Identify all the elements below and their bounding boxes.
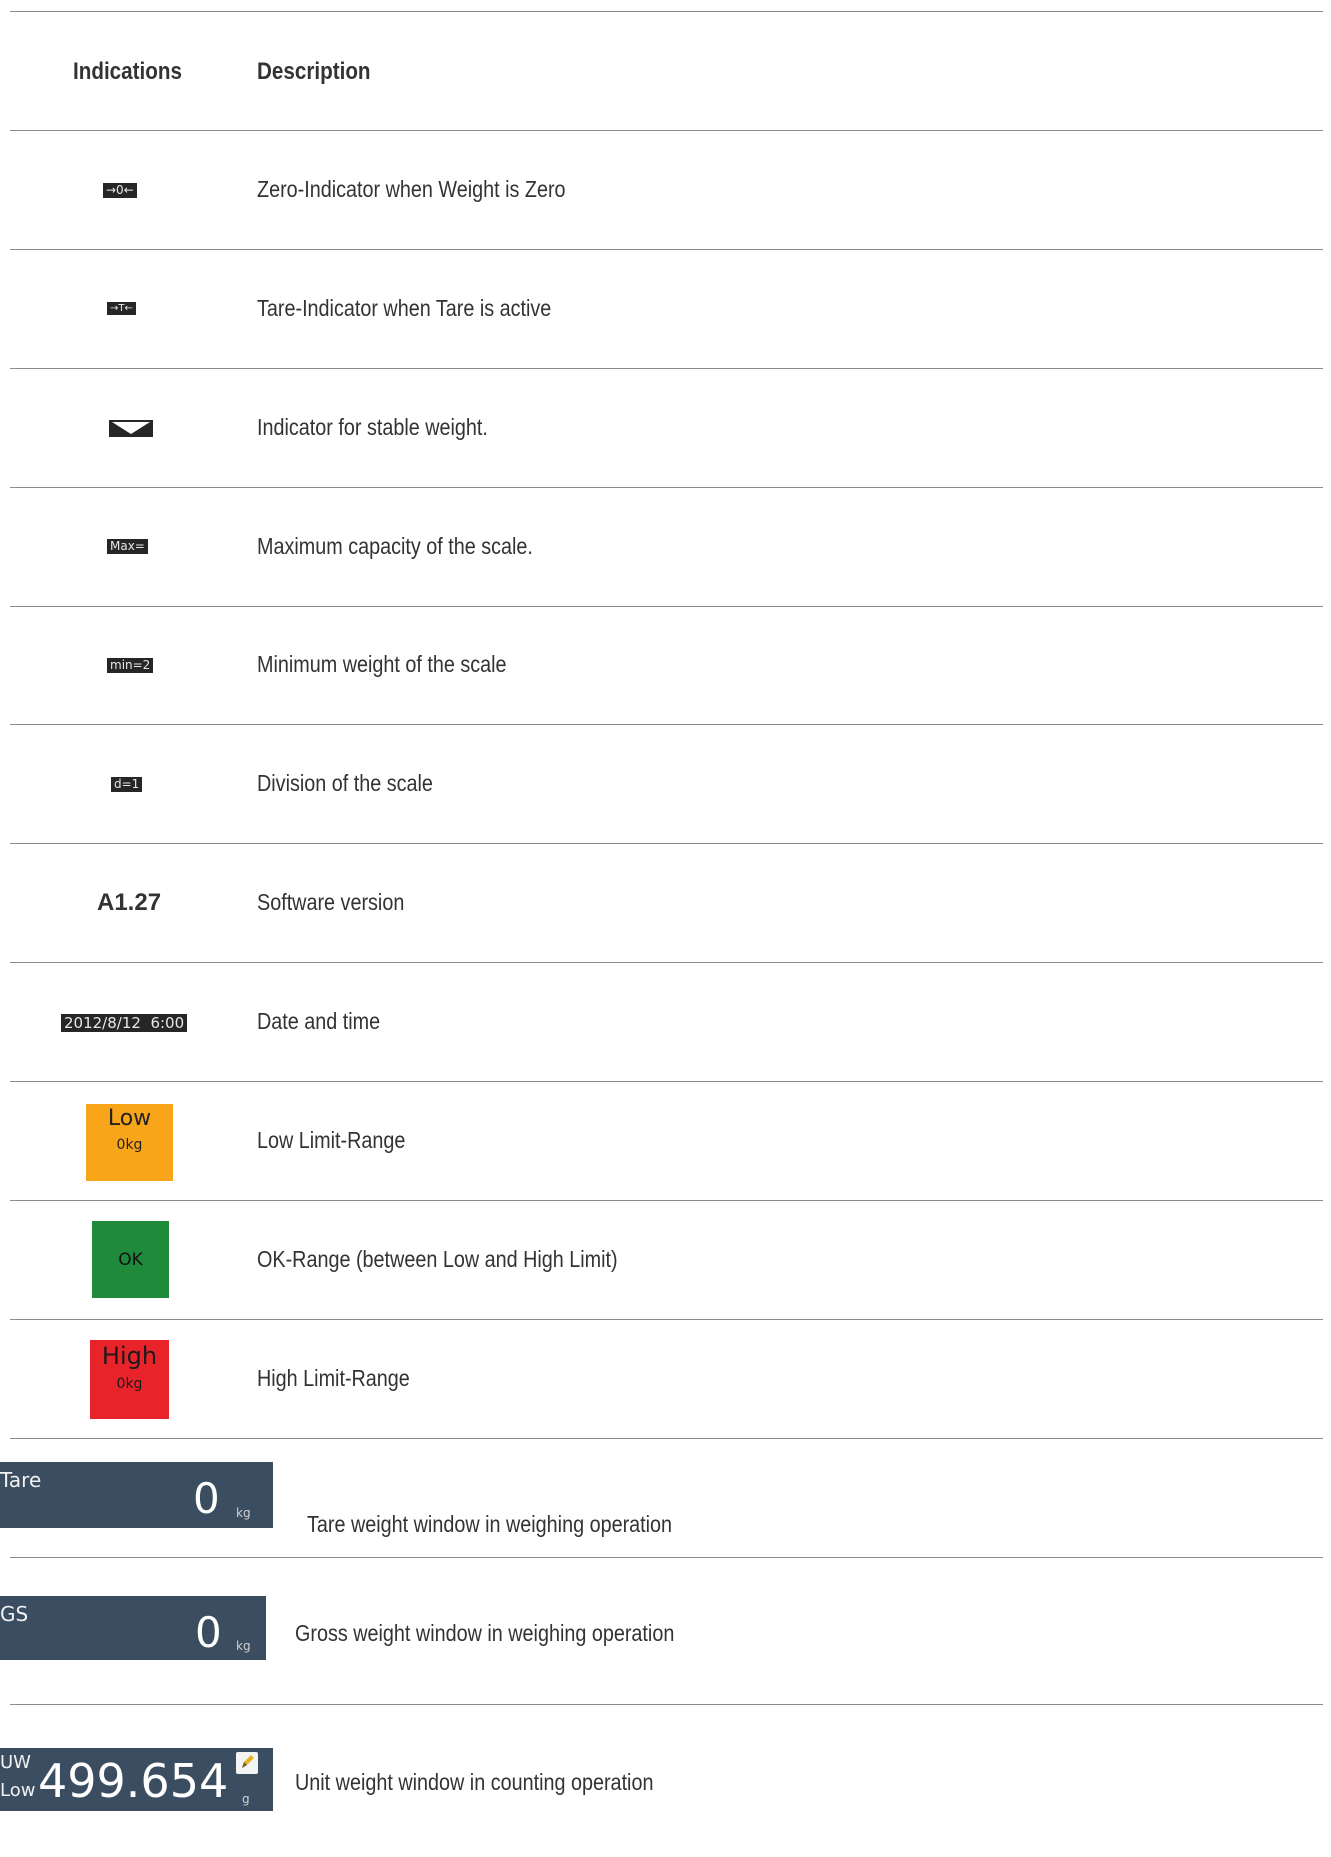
limit-value: 0kg: [116, 1376, 143, 1392]
row-rule: [10, 1319, 1323, 1320]
row-description: Date and time: [257, 1008, 381, 1034]
row-description: Tare weight window in weighing operation: [307, 1511, 673, 1537]
window-value: 499.654: [38, 1754, 229, 1808]
header-indications: Indications: [73, 58, 182, 85]
limit-value: 0kg: [116, 1137, 143, 1153]
ok-range-indicator: OK: [92, 1221, 169, 1298]
row-description: OK-Range (between Low and High Limit): [257, 1246, 618, 1272]
row-description: Tare-Indicator when Tare is active: [257, 295, 552, 321]
row-rule: [10, 1438, 1323, 1439]
window-label: Tare: [0, 1468, 42, 1492]
row-rule: [10, 368, 1323, 369]
window-label-bottom: Low: [0, 1780, 36, 1801]
row-description: Software version: [257, 889, 405, 915]
row-rule: [10, 962, 1323, 963]
window-label: GS: [0, 1602, 29, 1626]
max-capacity-icon: Max=: [107, 539, 148, 554]
window-unit: kg: [236, 1639, 251, 1653]
header-description: Description: [257, 58, 371, 85]
tare-indicator-icon: →T←: [107, 302, 136, 315]
zero-indicator-icon: →0←: [103, 183, 137, 198]
row-description: Zero-Indicator when Weight is Zero: [257, 176, 566, 202]
edit-pencil-icon: [236, 1752, 258, 1774]
row-rule: [10, 1704, 1323, 1705]
gross-weight-window: GS 0 kg: [0, 1596, 266, 1660]
row-rule: [10, 606, 1323, 607]
limit-title: OK: [118, 1249, 143, 1270]
row-rule: [10, 1081, 1323, 1082]
division-icon: d=1: [111, 777, 143, 792]
low-limit-indicator: Low 0kg: [86, 1104, 173, 1181]
row-rule: [10, 249, 1323, 250]
row-rule: [10, 487, 1323, 488]
min-weight-icon: min=2: [107, 658, 154, 673]
row-description: Division of the scale: [257, 770, 433, 796]
row-description: Indicator for stable weight.: [257, 414, 488, 440]
row-rule: [10, 724, 1323, 725]
date-time-indicator: 2012/8/12 6:00: [61, 1014, 188, 1032]
window-unit: g: [242, 1792, 250, 1806]
limit-title: Low: [107, 1106, 152, 1131]
limit-title: High: [101, 1342, 158, 1370]
tare-weight-window: Tare 0 kg: [0, 1462, 273, 1528]
row-description: Gross weight window in weighing operatio…: [295, 1620, 675, 1646]
row-description: Maximum capacity of the scale.: [257, 533, 533, 559]
table-top-rule: [10, 11, 1323, 12]
header-rule: [10, 130, 1323, 131]
unit-weight-window: UW Low 499.654 g: [0, 1748, 273, 1811]
window-label-top: UW: [0, 1752, 31, 1773]
row-rule: [10, 1200, 1323, 1201]
stable-weight-icon: [109, 420, 153, 437]
row-description: Unit weight window in counting operation: [295, 1769, 654, 1795]
software-version-indicator: A1.27: [97, 889, 162, 916]
high-limit-indicator: High 0kg: [90, 1340, 169, 1419]
row-rule: [10, 1557, 1323, 1558]
window-unit: kg: [236, 1506, 251, 1520]
row-description: High Limit-Range: [257, 1365, 410, 1391]
row-description: Low Limit-Range: [257, 1127, 406, 1153]
window-value: 0: [195, 1608, 222, 1657]
row-description: Minimum weight of the scale: [257, 651, 507, 677]
window-value: 0: [193, 1474, 220, 1523]
row-rule: [10, 843, 1323, 844]
